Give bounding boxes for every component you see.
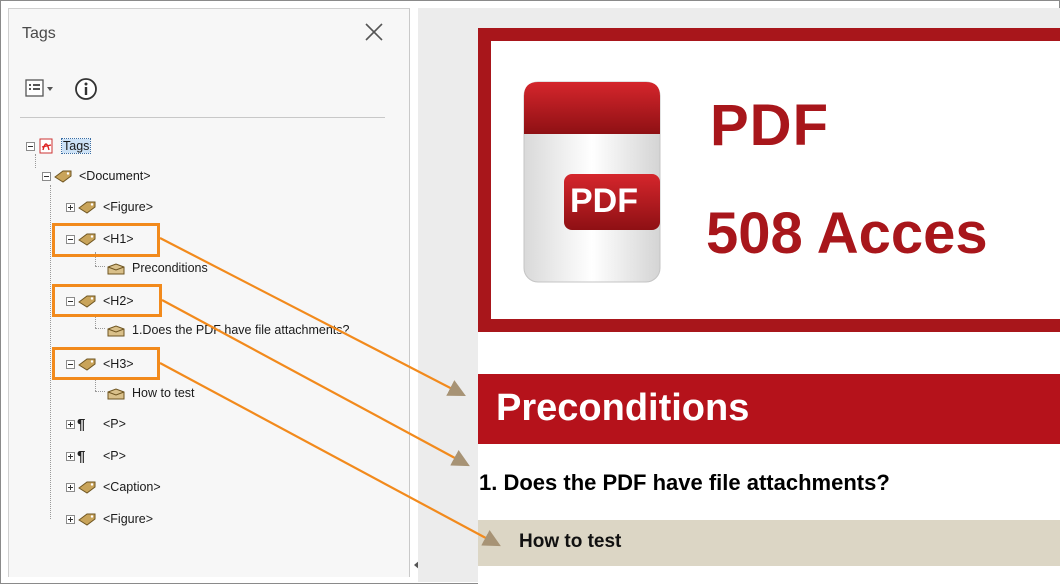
tree-node-h3-content[interactable]: How to test bbox=[106, 383, 196, 403]
tree-connector bbox=[95, 328, 105, 329]
info-button[interactable] bbox=[74, 77, 98, 101]
tree-node-h1-content[interactable]: Preconditions bbox=[106, 258, 209, 278]
tree-connector bbox=[35, 154, 36, 168]
collapse-icon[interactable] bbox=[42, 171, 51, 181]
paragraph-icon: ¶ bbox=[77, 415, 86, 433]
tree-label: How to test bbox=[132, 386, 195, 400]
tree-label: <Document> bbox=[79, 169, 151, 183]
highlight-box-h2 bbox=[52, 284, 162, 317]
close-panel-button[interactable] bbox=[360, 18, 388, 46]
expand-icon[interactable] bbox=[66, 202, 75, 212]
tag-icon bbox=[78, 513, 96, 526]
tree-node-tags-root[interactable]: Tags bbox=[26, 136, 92, 156]
tree-connector bbox=[50, 185, 51, 519]
panel-divider bbox=[20, 117, 385, 118]
tree-node-document[interactable]: <Document> bbox=[42, 166, 152, 186]
pdf-badge-label: PDF bbox=[570, 182, 638, 220]
tree-label: Preconditions bbox=[132, 261, 208, 275]
tree-label: <P> bbox=[103, 449, 126, 463]
collapse-icon[interactable] bbox=[26, 141, 35, 151]
tree-label: <Figure> bbox=[103, 512, 154, 526]
content-box-icon bbox=[107, 325, 125, 337]
tag-icon bbox=[78, 481, 96, 494]
tree-node-figure[interactable]: <Figure> bbox=[66, 197, 154, 217]
tree-node-p[interactable]: ¶ <P> bbox=[66, 446, 127, 466]
close-icon bbox=[365, 23, 383, 41]
banner-title-line2: 508 Acces bbox=[706, 201, 988, 266]
banner-title-line1: PDF bbox=[710, 93, 829, 158]
heading1-text: Preconditions bbox=[496, 387, 750, 429]
pdf-icon bbox=[39, 138, 53, 154]
tree-label: <P> bbox=[103, 417, 126, 431]
highlight-box-h3 bbox=[52, 347, 160, 380]
tree-node-caption[interactable]: <Caption> bbox=[66, 477, 162, 497]
dropdown-arrow-icon bbox=[47, 87, 53, 91]
expand-icon[interactable] bbox=[66, 482, 75, 492]
expand-icon[interactable] bbox=[66, 419, 75, 429]
options-list-icon bbox=[25, 79, 53, 97]
info-icon bbox=[75, 78, 97, 100]
tree-label: Tags bbox=[60, 138, 92, 154]
highlight-box-h1 bbox=[52, 223, 160, 257]
tree-label: <Caption> bbox=[103, 480, 161, 494]
expand-icon[interactable] bbox=[66, 514, 75, 524]
tree-label: 1.Does the PDF have file attachments? bbox=[132, 323, 350, 337]
options-menu-button[interactable] bbox=[24, 76, 60, 102]
tree-node-h2-content[interactable]: 1.Does the PDF have file attachments? bbox=[106, 320, 350, 340]
tree-node-p[interactable]: ¶ <P> bbox=[66, 414, 127, 434]
tag-icon bbox=[54, 170, 72, 183]
tree-node-figure[interactable]: <Figure> bbox=[66, 509, 154, 529]
paragraph-icon: ¶ bbox=[77, 447, 86, 465]
heading2-text: 1. Does the PDF have file attachments? bbox=[479, 470, 890, 495]
content-box-icon bbox=[107, 388, 125, 400]
content-box-icon bbox=[107, 263, 125, 275]
heading3-text: How to test bbox=[519, 531, 622, 552]
tree-label: <Figure> bbox=[103, 200, 154, 214]
tag-icon bbox=[78, 201, 96, 214]
tree-connector bbox=[95, 266, 105, 267]
tree-connector bbox=[95, 391, 105, 392]
expand-icon[interactable] bbox=[66, 451, 75, 461]
panel-title: Tags bbox=[22, 25, 56, 42]
